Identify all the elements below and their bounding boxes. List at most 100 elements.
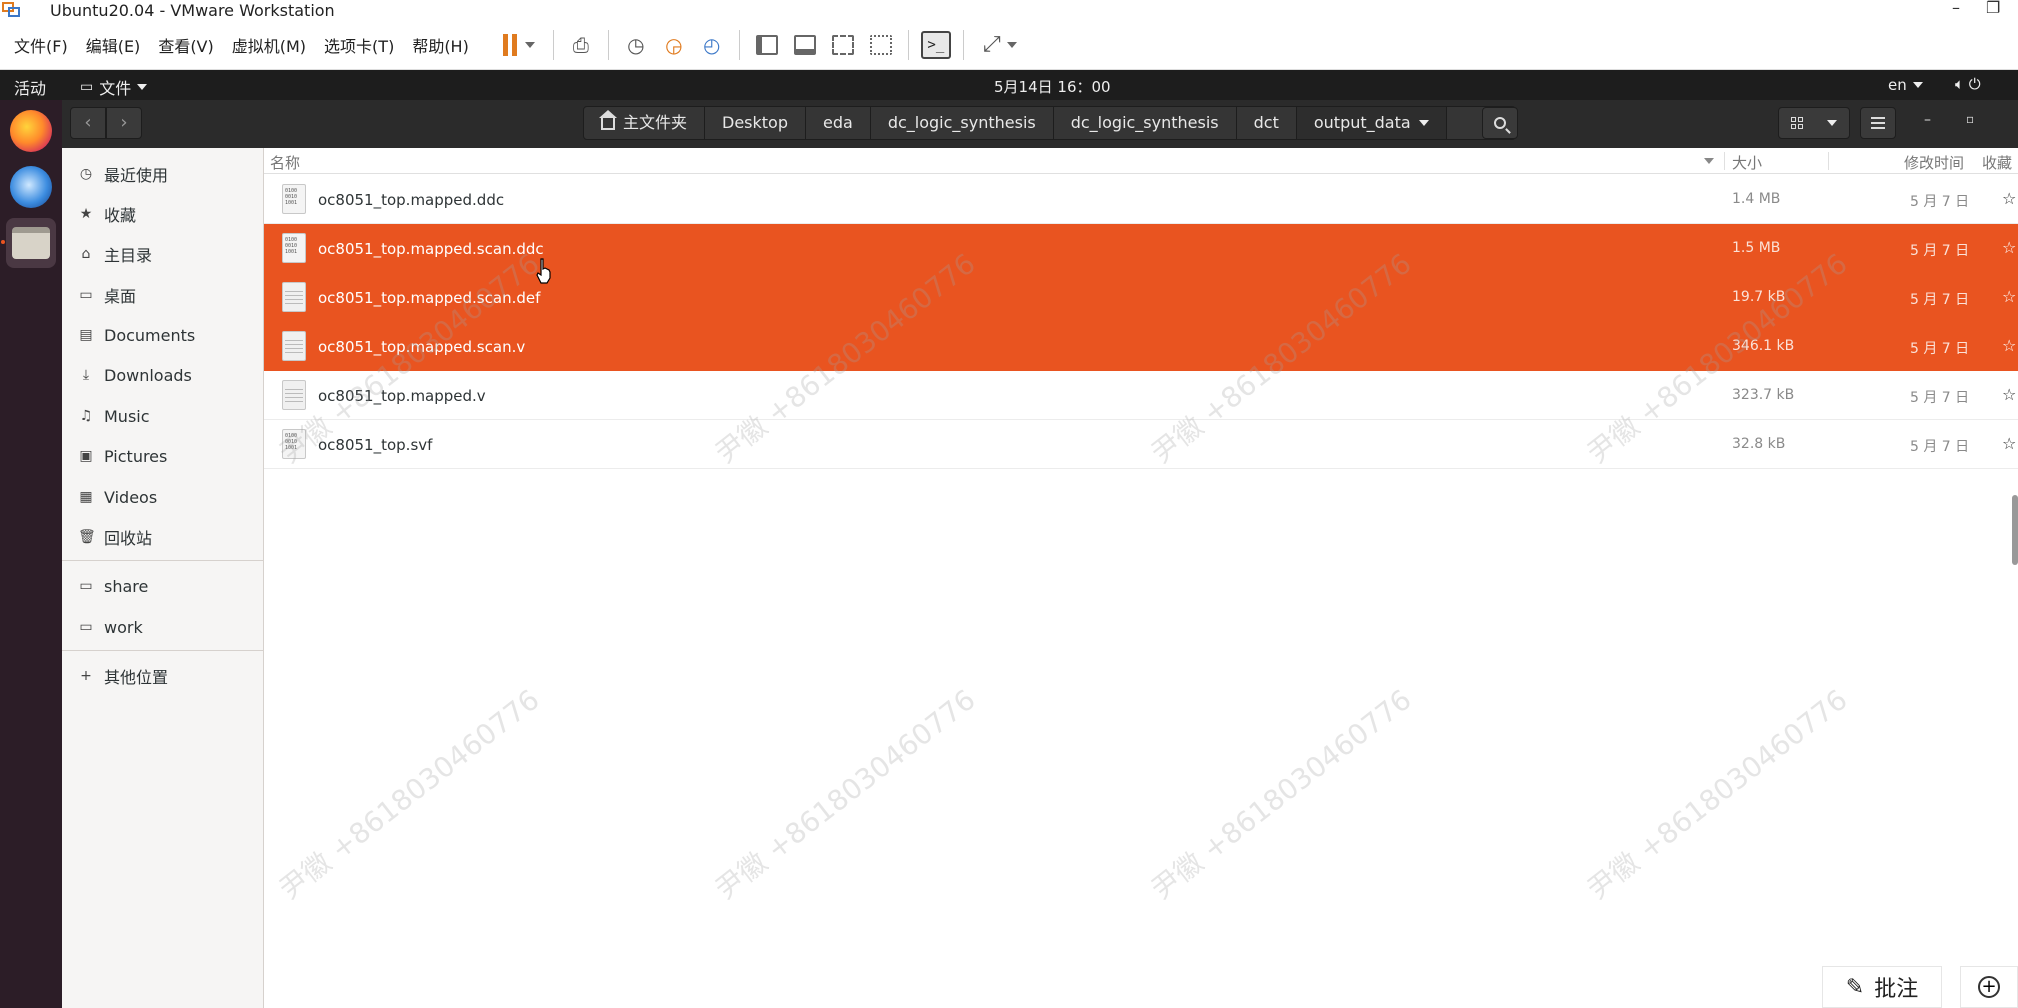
- file-modified: 5 月 7 日: [1910, 292, 1970, 308]
- fullscreen-button[interactable]: [828, 30, 858, 60]
- column-size-header[interactable]: 大小: [1732, 152, 1762, 173]
- system-menu[interactable]: 🔈︎ ⏻: [1955, 75, 1981, 93]
- file-name: oc8051_top.mapped.ddc: [318, 191, 505, 209]
- sidebar-item-label: 回收站: [104, 529, 153, 548]
- breadcrumb-item[interactable]: dc_logic_synthesis: [1054, 107, 1237, 139]
- menu-vm[interactable]: 虚拟机(M): [232, 33, 306, 57]
- column-starred-header[interactable]: 收藏: [1982, 152, 2012, 173]
- star-outline-icon[interactable]: ☆: [2002, 336, 2016, 355]
- column-name-header[interactable]: 名称: [270, 152, 300, 173]
- sidebar-item-pictures[interactable]: ▣ Pictures: [62, 438, 264, 474]
- file-modified: 5 月 7 日: [1910, 243, 1970, 259]
- menu-help[interactable]: 帮助(H): [412, 33, 469, 57]
- sidebar-item-music[interactable]: ♫ Music: [62, 398, 264, 434]
- grid-view-icon: [1791, 117, 1803, 129]
- sidebar-item-other-locations[interactable]: + 其他位置: [62, 658, 264, 694]
- menu-button[interactable]: [1860, 107, 1896, 139]
- file-row-selected[interactable]: 0100 0010 1001 oc8051_top.mapped.scan.dd…: [264, 224, 2018, 273]
- folder-icon: ▭: [79, 619, 93, 635]
- dock: [0, 100, 62, 1008]
- stretch-icon: ⤢: [983, 32, 1001, 57]
- clock[interactable]: 5月14日 16：00: [994, 76, 1111, 97]
- star-outline-icon[interactable]: ☆: [2002, 189, 2016, 208]
- files-icon: [12, 227, 50, 259]
- annotate-button[interactable]: ✎ 批注: [1822, 966, 1942, 1008]
- terminal-icon: >_: [920, 30, 951, 59]
- binary-file-icon: 0100 0010 1001: [282, 184, 306, 214]
- breadcrumb-current[interactable]: output_data: [1296, 107, 1447, 139]
- places-sidebar: ◷ 最近使用 ★ 收藏 ⌂ 主目录 ▭ 桌面 ▤ Documents ⤓ Downloads…: [62, 148, 264, 1008]
- file-row[interactable]: 0100 0010 1001 oc8051_top.mapped.ddc 1.4…: [264, 175, 2018, 224]
- send-ctrl-alt-del-button[interactable]: ⎙: [566, 30, 596, 60]
- sidebar-item-desktop[interactable]: ▭ 桌面: [62, 277, 264, 313]
- file-row[interactable]: 0100 0010 1001 oc8051_top.svf 32.8 kB 5 …: [264, 420, 2018, 469]
- snapshot-button[interactable]: ◷: [621, 30, 651, 60]
- breadcrumb-item[interactable]: eda: [806, 107, 871, 139]
- thunderbird-icon[interactable]: [10, 166, 52, 208]
- library-view-button[interactable]: [752, 30, 782, 60]
- sidebar-item-downloads[interactable]: ⤓ Downloads: [62, 357, 264, 393]
- breadcrumb-item[interactable]: dct: [1237, 107, 1297, 139]
- star-outline-icon[interactable]: ☆: [2002, 287, 2016, 306]
- console-button[interactable]: >_: [920, 30, 951, 60]
- search-button[interactable]: [1482, 107, 1518, 139]
- sidebar-item-documents[interactable]: ▤ Documents: [62, 317, 264, 353]
- binary-file-icon: 0100 0010 1001: [282, 429, 306, 459]
- menu-edit[interactable]: 编辑(E): [86, 33, 141, 57]
- thumbnail-view-button[interactable]: [790, 30, 820, 60]
- file-row-selected[interactable]: oc8051_top.mapped.scan.def 19.7 kB 5 月 7…: [264, 273, 2018, 322]
- sidebar-item-share[interactable]: ▭ share: [62, 568, 264, 604]
- star-outline-icon[interactable]: ☆: [2002, 434, 2016, 453]
- text-file-icon: [282, 380, 306, 410]
- sidebar-item-label: work: [104, 617, 143, 637]
- sidebar-item-recent[interactable]: ◷ 最近使用: [62, 156, 264, 192]
- sidebar-item-home[interactable]: ⌂ 主目录: [62, 236, 264, 272]
- restore-icon[interactable]: ❐: [1986, 0, 2000, 17]
- power-icon: ⏻: [1968, 75, 1981, 93]
- sidebar-item-label: 主目录: [104, 246, 153, 265]
- zoom-in-button[interactable]: +: [1960, 966, 2018, 1008]
- lang-label: en: [1888, 76, 1907, 94]
- file-size: 1.5 MB: [1732, 240, 1781, 256]
- input-method-menu[interactable]: en: [1888, 76, 1923, 94]
- pause-icon: [502, 33, 517, 56]
- running-indicator: [1, 240, 5, 244]
- chevron-down-icon: [137, 84, 148, 90]
- sidebar-item-work[interactable]: ▭ work: [62, 609, 264, 645]
- breadcrumb-home[interactable]: 主文件夹: [584, 107, 706, 139]
- file-row[interactable]: oc8051_top.mapped.v 323.7 kB 5 月 7 日 ☆: [264, 371, 2018, 420]
- sidebar-item-videos[interactable]: ▦ Videos: [62, 479, 264, 515]
- view-toggle-button[interactable]: [1778, 107, 1850, 139]
- firefox-icon[interactable]: [10, 110, 52, 152]
- sidebar-layout-icon: [755, 34, 778, 55]
- star-outline-icon[interactable]: ☆: [2002, 385, 2016, 404]
- menu-view[interactable]: 查看(V): [158, 33, 213, 57]
- forward-button[interactable]: ›: [106, 107, 142, 139]
- chevron-down-icon: [1418, 120, 1429, 126]
- minimize-icon[interactable]: –: [1924, 112, 1931, 128]
- chevron-down-icon: [1827, 120, 1837, 126]
- column-modified-header[interactable]: 修改时间: [1904, 152, 1964, 173]
- star-outline-icon[interactable]: ☆: [2002, 238, 2016, 257]
- maximize-icon[interactable]: ▫: [1966, 112, 1974, 126]
- breadcrumb-item[interactable]: dc_logic_synthesis: [871, 107, 1054, 139]
- pause-button[interactable]: [497, 30, 541, 60]
- menu-file[interactable]: 文件(F): [14, 33, 68, 57]
- unity-button[interactable]: [866, 30, 896, 60]
- sidebar-item-trash[interactable]: 🗑︎ 回收站: [62, 519, 264, 555]
- file-size: 19.7 kB: [1732, 289, 1786, 305]
- activities-button[interactable]: 活动: [14, 75, 46, 99]
- sidebar-item-starred[interactable]: ★ 收藏: [62, 196, 264, 232]
- menu-tabs[interactable]: 选项卡(T): [324, 33, 394, 57]
- revert-snapshot-button[interactable]: ◶: [659, 30, 689, 60]
- scrollbar[interactable]: [2012, 495, 2018, 565]
- sidebar-item-label: Downloads: [104, 365, 192, 385]
- back-button[interactable]: ‹: [70, 107, 106, 139]
- breadcrumb-item[interactable]: Desktop: [705, 107, 806, 139]
- file-row-selected[interactable]: oc8051_top.mapped.scan.v 346.1 kB 5 月 7 …: [264, 322, 2018, 371]
- snapshot-manager-button[interactable]: ◴: [697, 30, 727, 60]
- app-menu[interactable]: ▭ 文件: [80, 75, 148, 99]
- files-app-button[interactable]: [6, 218, 56, 268]
- minimize-icon[interactable]: –: [1952, 0, 1960, 17]
- stretch-button[interactable]: ⤢: [976, 30, 1024, 60]
